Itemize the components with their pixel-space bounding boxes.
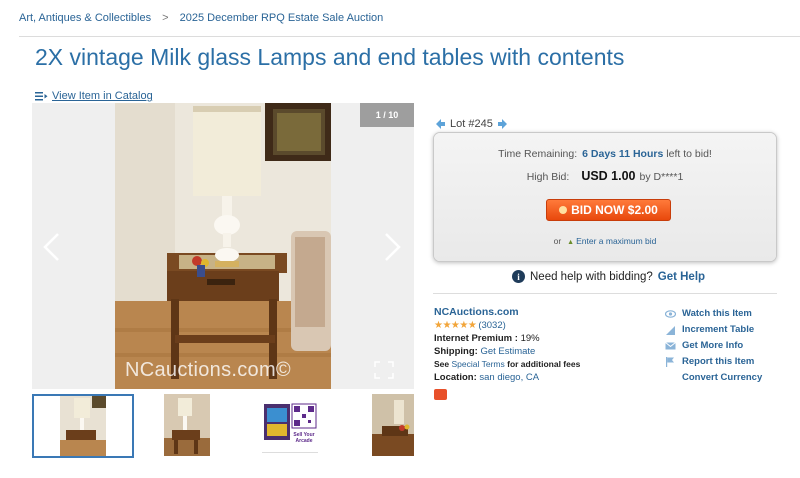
seller-badge-icon[interactable] bbox=[434, 389, 447, 400]
seller-name-link[interactable]: NCAuctions.com bbox=[434, 306, 580, 319]
seller-rating: ★★★★★ (3032) bbox=[434, 319, 580, 332]
terms-suffix: for additional fees bbox=[507, 359, 581, 369]
report-item-link[interactable]: Report this Item bbox=[665, 354, 762, 370]
breadcrumb-item-auction[interactable]: 2025 December RPQ Estate Sale Auction bbox=[180, 12, 384, 24]
shipping-row: Shipping: Get Estimate bbox=[434, 345, 580, 358]
rating-stars: ★★★★★ bbox=[434, 320, 477, 331]
bid-panel-body: Time Remaining: 6 Days 11 Hours left to bi… bbox=[434, 133, 776, 261]
eye-icon bbox=[665, 309, 676, 320]
photo-counter: 1 / 10 bbox=[360, 103, 414, 127]
high-bid-label: High Bid: bbox=[526, 171, 570, 183]
fullscreen-icon[interactable] bbox=[374, 361, 394, 379]
premium-label: Internet Premium : bbox=[434, 333, 518, 344]
high-bid-row: High Bid: USD 1.00 by D****1 bbox=[434, 169, 776, 183]
special-terms-row: See Special Terms for additional fees bbox=[434, 358, 580, 371]
shipping-estimate-link[interactable]: Get Estimate bbox=[480, 346, 535, 357]
image-viewer[interactable]: 1 / 10 NCauctions.com© bbox=[32, 103, 414, 389]
watermark: NCauctions.com© bbox=[125, 359, 291, 381]
get-more-info-link[interactable]: Get More Info bbox=[665, 338, 762, 354]
next-lot-arrow-icon[interactable] bbox=[497, 119, 507, 129]
time-remaining-value: 6 Days 11 Hours bbox=[582, 148, 664, 160]
seller-info: NCAuctions.com ★★★★★ (3032) Internet Prem… bbox=[434, 306, 580, 404]
bid-bulb-icon bbox=[559, 206, 568, 214]
catalog-link-label: View Item in Catalog bbox=[52, 90, 153, 102]
breadcrumb-separator: > bbox=[162, 12, 169, 24]
breadcrumb-item-category[interactable]: Art, Antiques & Collectibles bbox=[19, 12, 151, 24]
next-photo-arrow-icon[interactable] bbox=[380, 231, 404, 263]
high-bidder: by D****1 bbox=[639, 171, 684, 183]
location-label: Location: bbox=[434, 372, 477, 383]
view-in-catalog-link[interactable]: View Item in Catalog bbox=[35, 90, 153, 102]
time-remaining-row: Time Remaining: 6 Days 11 Hours left to bi… bbox=[434, 148, 776, 160]
rating-count[interactable]: (3032) bbox=[478, 320, 505, 331]
thumbnail-strip: Sell Your Arcade bbox=[32, 394, 414, 458]
report-item-label: Report this Item bbox=[682, 356, 755, 367]
header-divider bbox=[19, 36, 800, 37]
see-label: See bbox=[434, 359, 450, 369]
previous-lot-arrow-icon[interactable] bbox=[436, 119, 446, 129]
convert-currency-label: Convert Currency bbox=[682, 372, 763, 383]
main-photo[interactable] bbox=[115, 103, 331, 389]
qr-card-line-2: Arcade bbox=[296, 438, 313, 444]
thumbnail-2[interactable] bbox=[164, 394, 210, 458]
bid-now-label: BID NOW $2.00 bbox=[571, 203, 658, 217]
thumbnail-4[interactable] bbox=[372, 394, 414, 458]
convert-currency-link[interactable]: Convert Currency bbox=[665, 370, 762, 386]
shipping-label: Shipping: bbox=[434, 346, 478, 357]
increment-table-link[interactable]: Increment Table bbox=[665, 322, 762, 338]
location-row: Location: san diego, CA bbox=[434, 371, 580, 384]
bidding-help: i Need help with bidding? Get Help bbox=[512, 270, 705, 283]
max-bid-row: or ▲ Enter a maximum bid bbox=[434, 236, 776, 246]
page-title: 2X vintage Milk glass Lamps and end tabl… bbox=[35, 44, 625, 70]
get-more-info-label: Get More Info bbox=[682, 340, 744, 351]
flag-icon bbox=[665, 357, 676, 368]
bid-panel: Time Remaining: 6 Days 11 Hours left to bi… bbox=[433, 132, 777, 262]
previous-photo-arrow-icon[interactable] bbox=[40, 231, 64, 263]
help-text: Need help with bidding? bbox=[530, 270, 653, 283]
time-remaining-label: Time Remaining: bbox=[498, 148, 578, 160]
enter-max-bid-link[interactable]: Enter a maximum bid bbox=[576, 236, 656, 246]
lot-number: Lot #245 bbox=[450, 118, 493, 130]
location-link[interactable]: san diego, CA bbox=[479, 372, 539, 383]
watch-item-link[interactable]: Watch this Item bbox=[665, 306, 762, 322]
internet-premium-row: Internet Premium : 19% bbox=[434, 332, 580, 345]
info-icon: i bbox=[512, 270, 525, 283]
watch-item-label: Watch this Item bbox=[682, 308, 752, 319]
time-remaining-suffix: left to bid! bbox=[666, 148, 712, 160]
thumbnail-3[interactable]: Sell Your Arcade bbox=[262, 394, 318, 458]
section-divider bbox=[433, 293, 777, 294]
increment-icon bbox=[665, 325, 676, 336]
max-bid-prefix: or bbox=[553, 236, 562, 246]
lot-navigation: Lot #245 bbox=[436, 118, 507, 130]
breadcrumb: Art, Antiques & Collectibles > 2025 Dece… bbox=[19, 12, 383, 24]
special-terms-link[interactable]: Special Terms bbox=[452, 359, 505, 369]
high-bid-amount: USD 1.00 bbox=[581, 169, 636, 183]
mail-icon bbox=[665, 341, 676, 352]
bid-now-button[interactable]: BID NOW $2.00 bbox=[546, 199, 671, 221]
thumbnail-1[interactable] bbox=[32, 394, 134, 458]
premium-value: 19% bbox=[520, 333, 540, 344]
catalog-list-icon bbox=[35, 91, 48, 101]
increment-table-label: Increment Table bbox=[682, 324, 755, 335]
item-actions: Watch this Item Increment Table Get More… bbox=[665, 306, 762, 386]
up-arrow-icon: ▲ bbox=[567, 239, 575, 246]
get-help-link[interactable]: Get Help bbox=[658, 271, 705, 283]
